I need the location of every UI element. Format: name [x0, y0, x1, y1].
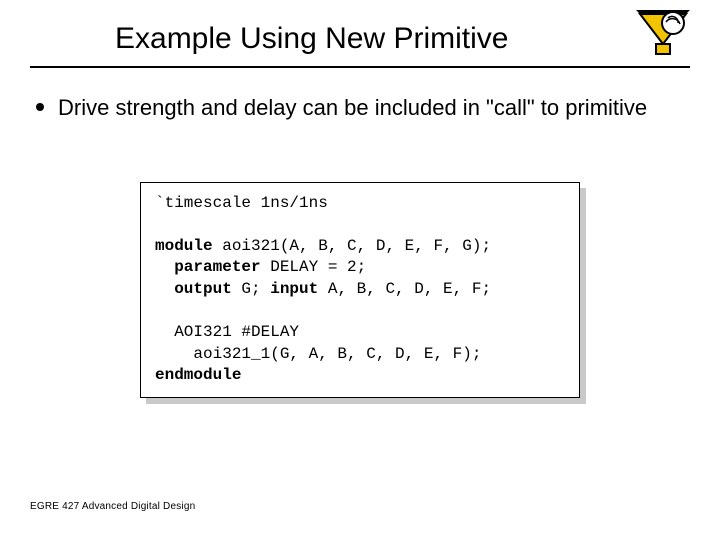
slide-title: Example Using New Primitive — [30, 18, 690, 56]
code-line: `timescale 1ns/1ns — [155, 194, 328, 212]
code-line: AOI321 #DELAY — [155, 323, 299, 341]
code-text: G; — [232, 280, 270, 298]
code-keyword: parameter — [155, 258, 261, 276]
slide-footer: EGRE 427 Advanced Digital Design — [30, 501, 195, 512]
code-text: aoi321(A, B, C, D, E, F, G); — [213, 237, 491, 255]
bullet-item: Drive strength and delay can be included… — [30, 94, 690, 122]
code-text: A, B, C, D, E, F; — [318, 280, 491, 298]
code-block: `timescale 1ns/1ns module aoi321(A, B, C… — [140, 182, 580, 398]
code-keyword: module — [155, 237, 213, 255]
code-text: DELAY = 2; — [261, 258, 367, 276]
code-line: aoi321_1(G, A, B, C, D, E, F); — [155, 345, 481, 363]
bullet-text: Drive strength and delay can be included… — [58, 94, 657, 122]
code-keyword: endmodule — [155, 366, 241, 384]
code-keyword: input — [270, 280, 318, 298]
vt-logo-icon — [632, 10, 694, 56]
slide: Example Using New Primitive Drive streng… — [0, 0, 720, 540]
code-keyword: output — [155, 280, 232, 298]
title-divider — [30, 66, 690, 68]
code-box: `timescale 1ns/1ns module aoi321(A, B, C… — [140, 182, 580, 398]
bullet-dot-icon — [36, 103, 44, 111]
slide-header: Example Using New Primitive — [30, 18, 690, 68]
